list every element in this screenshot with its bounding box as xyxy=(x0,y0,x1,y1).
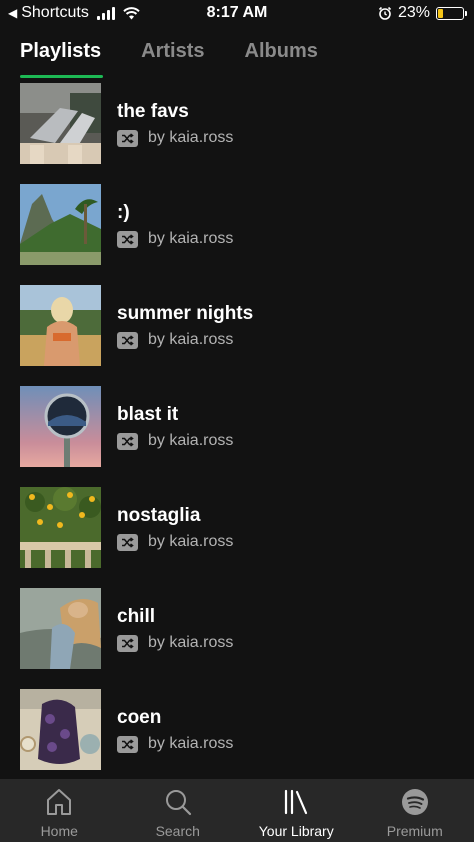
playlist-title: the favs xyxy=(117,101,189,122)
playlist-title: :) xyxy=(117,202,130,223)
playlist-byline: by kaia.ross xyxy=(148,533,234,550)
nav-premium[interactable]: Premium xyxy=(356,779,474,842)
nav-search[interactable]: Search xyxy=(119,779,238,842)
playlist-cover xyxy=(20,487,101,568)
playlist-item[interactable]: summer nights by kaia.ross xyxy=(0,285,474,386)
playlist-title: summer nights xyxy=(117,303,254,324)
playlist-cover xyxy=(20,588,101,669)
playlist-title: blast it xyxy=(117,404,179,425)
playlist-cover xyxy=(20,83,101,164)
playlist-byline: by kaia.ross xyxy=(148,331,234,348)
spotify-icon xyxy=(401,787,429,817)
playlist-item[interactable]: nostaglia by kaia.ross xyxy=(0,487,474,588)
library-icon xyxy=(282,787,310,817)
search-icon xyxy=(164,787,192,817)
nav-library-label: Your Library xyxy=(258,823,334,839)
nav-library[interactable]: Your Library xyxy=(237,779,356,842)
tab-playlists[interactable]: Playlists xyxy=(20,40,104,78)
playlist-item[interactable]: the favs by kaia.ross xyxy=(0,83,474,184)
playlist-cover xyxy=(20,386,101,467)
tab-albums[interactable]: Albums xyxy=(245,40,318,78)
shuffle-icon xyxy=(117,331,138,349)
battery-icon xyxy=(436,6,467,20)
bottom-nav: Home Search Your Library Premium xyxy=(0,779,474,842)
shuffle-icon xyxy=(117,634,138,652)
alarm-icon xyxy=(378,6,392,20)
playlist-byline: by kaia.ross xyxy=(148,432,234,449)
playlist-cover xyxy=(20,689,101,770)
playlist-item[interactable]: blast it by kaia.ross xyxy=(0,386,474,487)
playlist-byline: by kaia.ross xyxy=(148,634,234,651)
playlist-item[interactable]: coen by kaia.ross xyxy=(0,689,474,790)
home-icon xyxy=(46,787,72,817)
nav-search-label: Search xyxy=(155,823,200,839)
library-tabs: Playlists Artists Albums xyxy=(20,40,318,78)
playlist-cover xyxy=(20,184,101,265)
playlist-item[interactable]: :) by kaia.ross xyxy=(0,184,474,285)
shuffle-icon xyxy=(117,432,138,450)
tab-artists[interactable]: Artists xyxy=(141,40,204,78)
playlist-byline: by kaia.ross xyxy=(148,735,234,752)
nav-home[interactable]: Home xyxy=(0,779,119,842)
shuffle-icon xyxy=(117,129,138,147)
playlist-title: chill xyxy=(117,606,156,627)
playlist-title: coen xyxy=(117,707,162,728)
playlist-title: nostaglia xyxy=(117,505,201,526)
status-bar: ◀ Shortcuts 8:17 AM 23% xyxy=(0,0,474,28)
shuffle-icon xyxy=(117,533,138,551)
playlist-item[interactable]: chill by kaia.ross xyxy=(0,588,474,689)
playlist-byline: by kaia.ross xyxy=(148,129,234,146)
shuffle-icon xyxy=(117,230,138,248)
playlist-list: the favs by kaia.ross :) by kaia.ross su… xyxy=(0,83,474,790)
shuffle-icon xyxy=(117,735,138,753)
battery-percent: 23% xyxy=(397,4,430,21)
playlist-cover xyxy=(20,285,101,366)
nav-home-label: Home xyxy=(40,823,78,839)
playlist-byline: by kaia.ross xyxy=(148,230,234,247)
nav-premium-label: Premium xyxy=(386,823,443,839)
battery-level xyxy=(438,8,443,18)
